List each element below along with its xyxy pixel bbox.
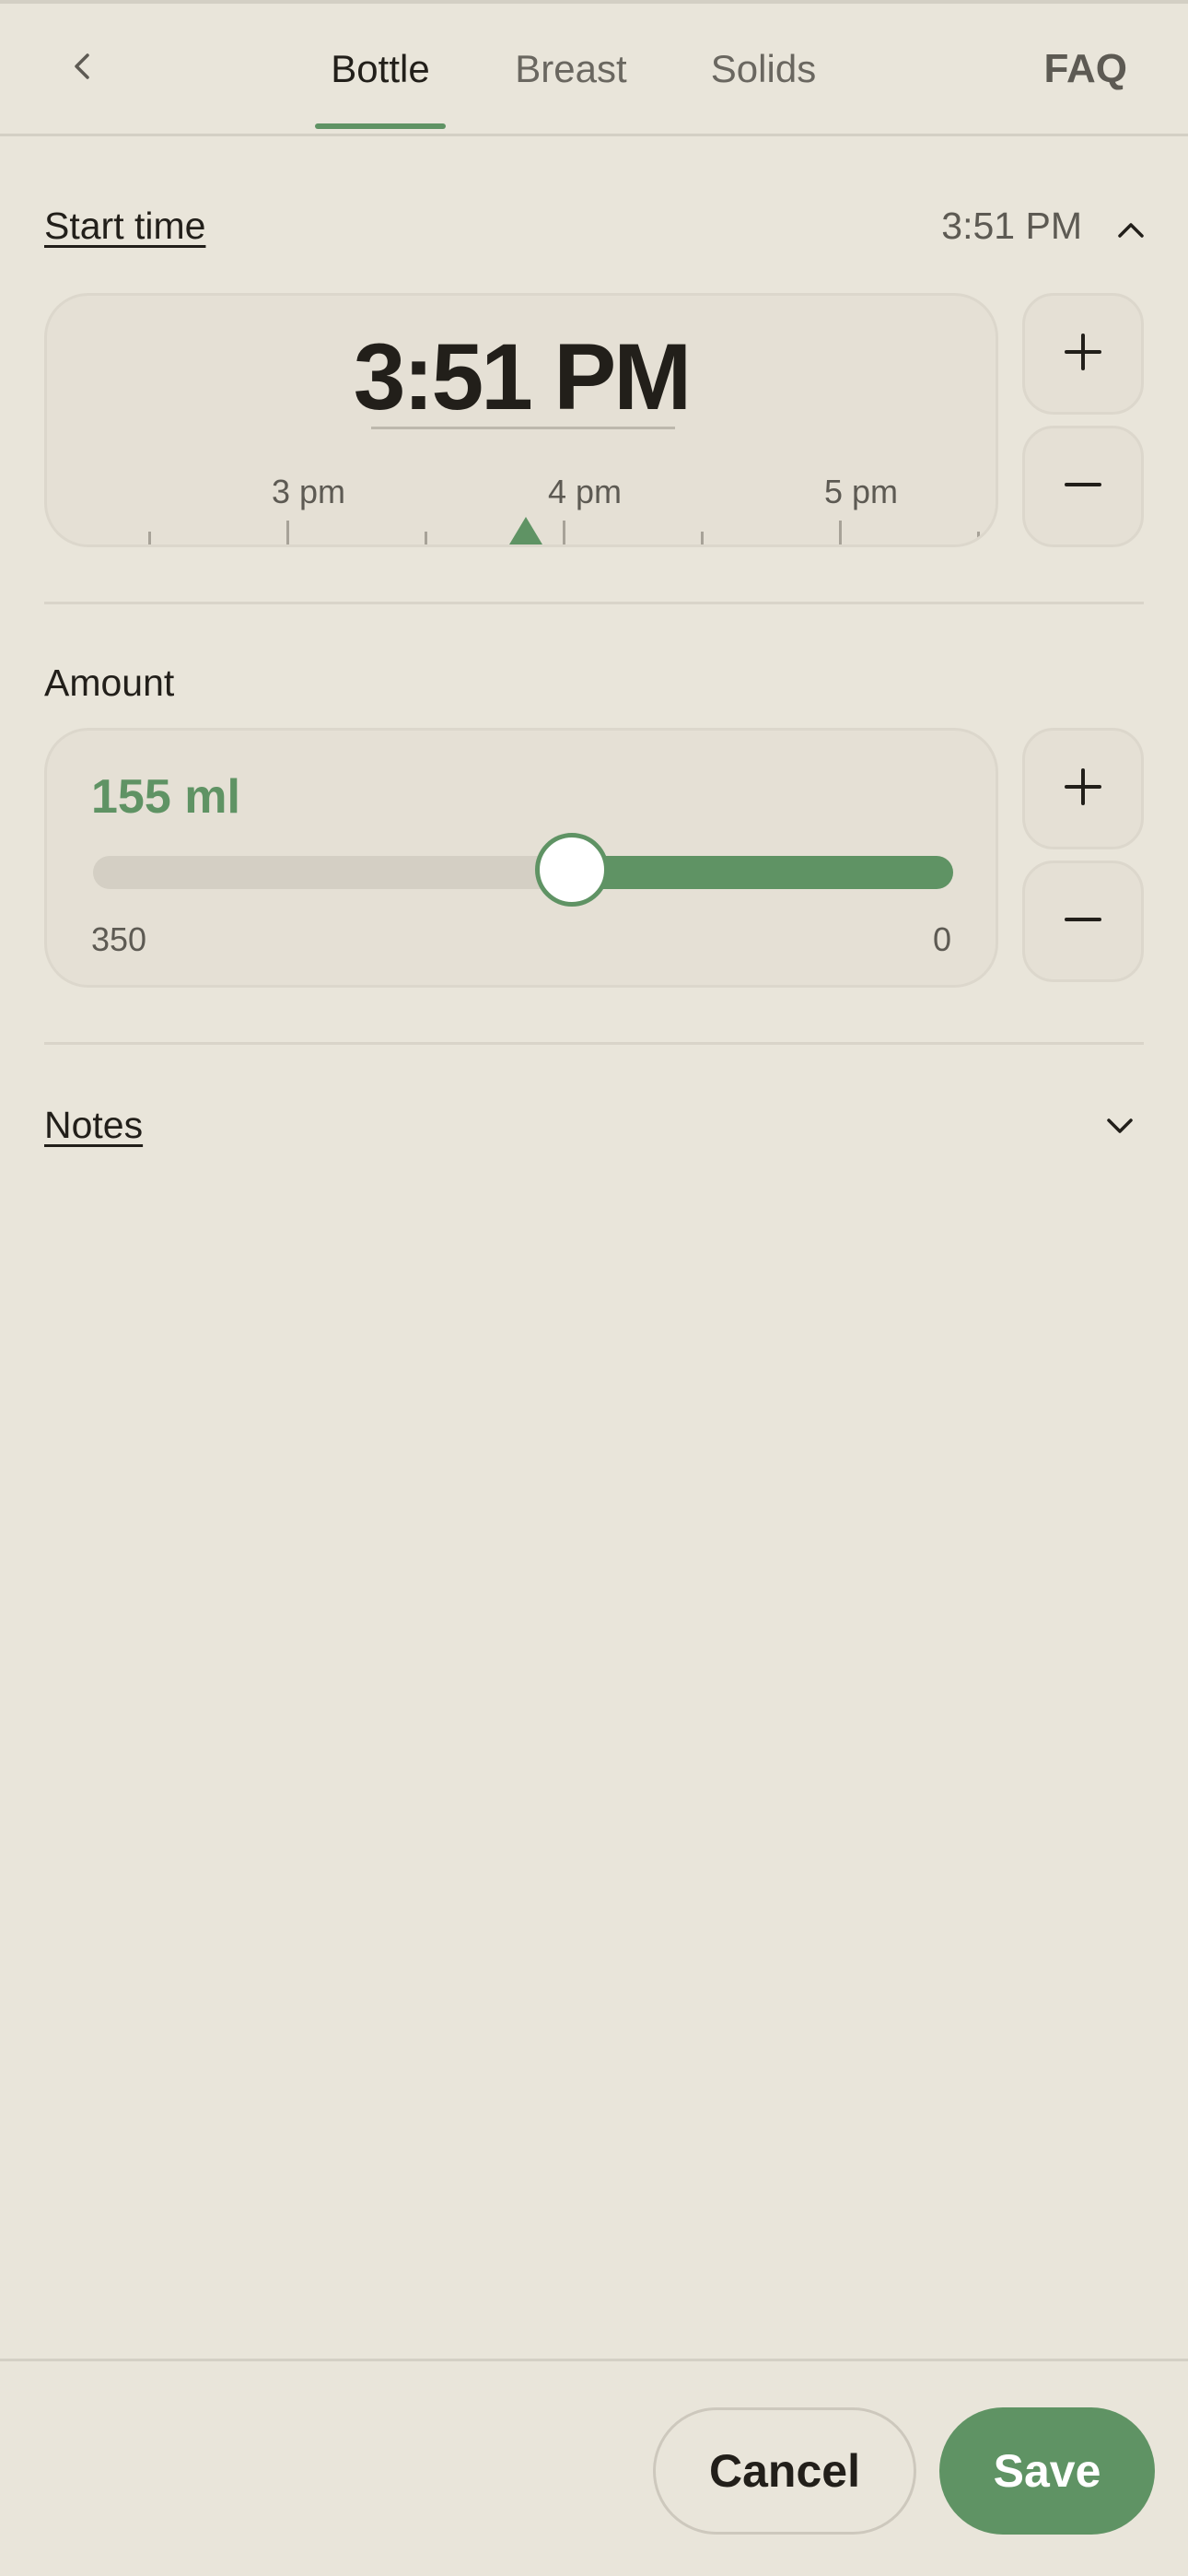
back-button[interactable] [48,33,118,103]
time-decrease-button[interactable] [1022,426,1144,547]
amount-slider-thumb[interactable] [535,833,610,907]
current-time-marker[interactable] [509,517,542,544]
amount-range-max: 350 [91,920,147,958]
time-value-underline [371,427,675,429]
chevron-down-icon [1104,1110,1136,1146]
timeline-tick [701,532,704,544]
timeline-tick [47,532,50,544]
plus-icon [1061,330,1105,379]
minus-icon [1061,463,1105,511]
amount-decrease-button[interactable] [1022,861,1144,982]
timeline-tick [148,532,151,544]
timeline-tick [563,521,565,544]
time-picker-card[interactable]: 3:51 PM 3 pm 4 pm 5 pm [44,293,998,547]
amount-range-min: 0 [932,920,951,958]
save-button[interactable]: Save [939,2407,1155,2535]
timeline-tick [839,521,842,544]
collapse-start-time-button[interactable] [1111,212,1151,252]
amount-increase-button[interactable] [1022,728,1144,849]
tab-breast[interactable]: Breast [503,37,639,101]
timeline-tick [425,532,427,544]
start-time-summary[interactable]: 3:51 PM [941,205,1082,248]
timeline-label-4pm: 4 pm [547,473,623,510]
timeline-tick [286,521,289,544]
timeline-tick [977,532,980,544]
cancel-button[interactable]: Cancel [653,2407,916,2535]
minus-icon [1061,897,1105,946]
amount-label: Amount [44,662,175,704]
footer-bar: Cancel Save [0,2359,1188,2576]
expand-notes-button[interactable] [1100,1107,1140,1148]
notes-label[interactable]: Notes [44,1104,143,1147]
start-time-value[interactable]: 3:51 PM [47,323,996,431]
tab-solids[interactable]: Solids [698,37,829,101]
timeline-label-3pm: 3 pm [271,473,346,510]
amount-card: 155 ml 350 0 [44,728,998,988]
tab-bottle[interactable]: Bottle [315,37,446,101]
chevron-up-icon [1115,215,1147,251]
section-divider [44,602,1144,604]
amount-slider-fill [572,856,953,889]
header-bar: Bottle Breast Solids FAQ [0,0,1188,136]
amount-slider-track[interactable] [93,856,953,889]
section-divider [44,1042,1144,1045]
amount-value: 155 ml [91,770,240,824]
active-tab-indicator [315,123,446,129]
faq-link[interactable]: FAQ [1044,37,1127,101]
chevron-left-icon [66,50,99,88]
time-increase-button[interactable] [1022,293,1144,415]
timeline-label-5pm: 5 pm [823,473,899,510]
plus-icon [1061,765,1105,814]
start-time-label[interactable]: Start time [44,205,205,248]
